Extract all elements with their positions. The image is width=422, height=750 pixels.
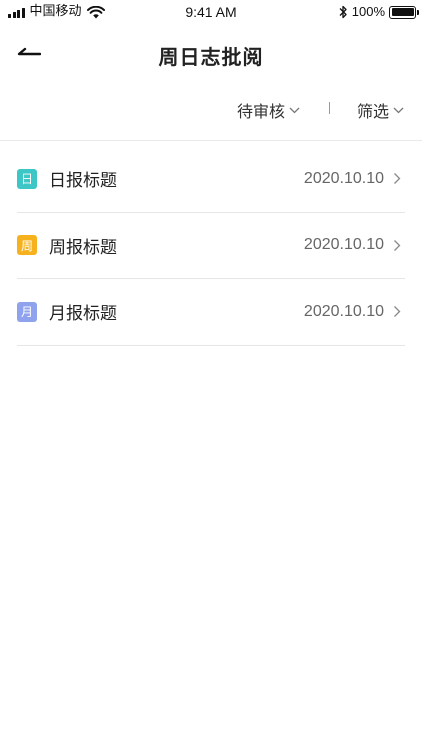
chevron-right-icon <box>394 306 401 318</box>
monthly-badge-icon: 月 <box>17 301 37 322</box>
report-date: 2020.10.10 <box>303 302 384 320</box>
report-title: 月报标题 <box>49 304 117 325</box>
filter-bar: 待审核 筛选 <box>0 90 422 128</box>
chevron-down-icon <box>393 107 404 113</box>
report-item-weekly[interactable]: 周 周报标题 2020.10.10 <box>17 213 405 279</box>
report-item-monthly[interactable]: 月 月报标题 2020.10.10 <box>17 279 405 346</box>
navigation-bar: 周日志批阅 <box>0 28 422 78</box>
chevron-down-icon <box>289 107 300 113</box>
chevron-right-icon <box>394 239 401 251</box>
weekly-badge-icon: 周 <box>17 235 37 256</box>
filter-label: 筛选 <box>356 102 389 121</box>
report-list: 日 日报标题 2020.10.10 周 周报标题 2020.10.10 月 月报… <box>17 146 405 346</box>
status-bar: 中国移动 9:41 AM 100% <box>0 0 422 24</box>
report-date: 2020.10.10 <box>303 236 384 254</box>
chevron-right-icon <box>394 173 401 185</box>
report-item-daily[interactable]: 日 日报标题 2020.10.10 <box>17 146 405 213</box>
battery-icon <box>389 5 419 19</box>
status-filter-label: 待审核 <box>236 102 285 121</box>
filter-dropdown[interactable]: 筛选 <box>357 98 404 122</box>
report-title: 周报标题 <box>49 237 117 258</box>
battery-fill <box>391 8 414 16</box>
daily-badge-icon: 日 <box>17 168 37 189</box>
bluetooth-icon <box>339 5 347 19</box>
filter-separator <box>329 102 330 114</box>
report-title: 日报标题 <box>49 171 117 192</box>
header-divider <box>0 140 422 141</box>
status-filter-dropdown[interactable]: 待审核 <box>237 98 300 122</box>
battery-percentage: 100% <box>351 4 385 19</box>
page-title: 周日志批阅 <box>158 45 264 69</box>
report-date: 2020.10.10 <box>303 169 384 187</box>
status-right: 100% <box>338 4 419 20</box>
